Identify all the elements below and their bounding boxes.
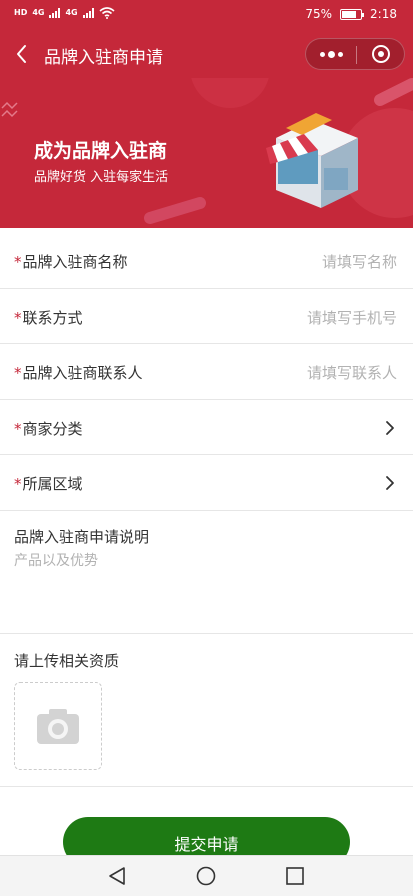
chevron-right-icon xyxy=(386,420,394,435)
signal-icon xyxy=(49,8,61,18)
region-label: 所属区域 xyxy=(22,475,83,493)
more-button[interactable] xyxy=(306,39,356,69)
required-mark: * xyxy=(14,253,22,271)
more-dot-mid xyxy=(327,50,335,58)
required-mark: * xyxy=(14,308,22,327)
chevron-right-icon xyxy=(386,476,394,490)
nav-bar: 品牌入驻商申请 xyxy=(0,30,413,78)
field-label: *品牌入驻商联系人 xyxy=(14,362,143,383)
status-left: HD 4G 4G xyxy=(14,7,115,19)
contact-person-input[interactable]: 请填写联系人 xyxy=(307,362,397,383)
category-label: 商家分类 xyxy=(22,419,83,438)
field-label: *所属区域 xyxy=(14,473,83,494)
phone-input[interactable]: 请填写手机号 xyxy=(307,307,397,328)
system-nav-bar xyxy=(0,855,413,896)
brand-name-label: 品牌入驻商名称 xyxy=(22,253,128,271)
chevron-left-icon xyxy=(17,45,26,63)
battery-percent: 75% xyxy=(305,7,333,21)
target-close-icon xyxy=(372,45,390,63)
banner-subtitle: 品牌好货 入驻每家生活 xyxy=(34,170,169,185)
back-button[interactable] xyxy=(10,40,34,68)
field-label: *联系方式 xyxy=(14,307,83,328)
contact-person-label: 品牌入驻商联系人 xyxy=(22,364,143,382)
store-icon xyxy=(266,113,358,208)
hd-label: HD xyxy=(14,8,28,17)
contact-person-field[interactable]: *品牌入驻商联系人 请填写联系人 xyxy=(0,344,413,400)
square-recents-icon[interactable] xyxy=(284,866,306,886)
field-label: *品牌入驻商名称 xyxy=(14,251,128,272)
required-mark: * xyxy=(14,475,22,493)
upload-section: 请上传相关资质 xyxy=(0,635,413,787)
clock: 2:18 xyxy=(370,7,397,21)
status-bar: HD 4G 4G 75% 2:18 xyxy=(0,0,413,30)
network-label-1: 4G xyxy=(32,8,45,17)
description-textarea[interactable]: 产品以及优势 xyxy=(14,550,98,570)
required-mark: * xyxy=(14,419,22,438)
banner-title: 成为品牌入驻商 xyxy=(34,140,168,162)
mini-program-capsule xyxy=(305,38,405,70)
close-button[interactable] xyxy=(357,39,405,69)
phone-field[interactable]: *联系方式 请填写手机号 xyxy=(0,289,413,344)
category-picker[interactable]: *商家分类 xyxy=(0,400,413,455)
phone-label: 联系方式 xyxy=(22,308,83,327)
apply-form: *品牌入驻商名称 请填写名称 *联系方式 请填写手机号 *品牌入驻商联系人 请填… xyxy=(0,233,413,511)
description-label: 品牌入驻商申请说明 xyxy=(14,528,150,546)
upload-label: 请上传相关资质 xyxy=(14,652,120,670)
triangle-back-icon[interactable] xyxy=(106,866,128,886)
battery-icon xyxy=(340,8,365,20)
wifi-icon xyxy=(99,7,115,19)
region-picker[interactable]: *所属区域 xyxy=(0,455,413,511)
brand-name-field[interactable]: *品牌入驻商名称 请填写名称 xyxy=(0,233,413,289)
more-dots-icon xyxy=(319,51,325,57)
circle-home-icon[interactable] xyxy=(195,866,217,886)
field-label: *商家分类 xyxy=(14,418,83,439)
page-title: 品牌入驻商申请 xyxy=(44,48,163,68)
required-mark: * xyxy=(14,364,22,382)
more-dot-right xyxy=(337,51,343,57)
upload-button[interactable] xyxy=(14,682,102,770)
signal-icon-2 xyxy=(82,8,94,18)
banner: 成为品牌入驻商 品牌好货 入驻每家生活 xyxy=(0,78,413,228)
status-right: 75% 2:18 xyxy=(305,7,397,21)
network-label-2: 4G xyxy=(65,8,78,17)
camera-icon xyxy=(37,709,79,744)
description-section: 品牌入驻商申请说明 产品以及优势 xyxy=(0,510,413,634)
brand-name-input[interactable]: 请填写名称 xyxy=(322,251,397,272)
